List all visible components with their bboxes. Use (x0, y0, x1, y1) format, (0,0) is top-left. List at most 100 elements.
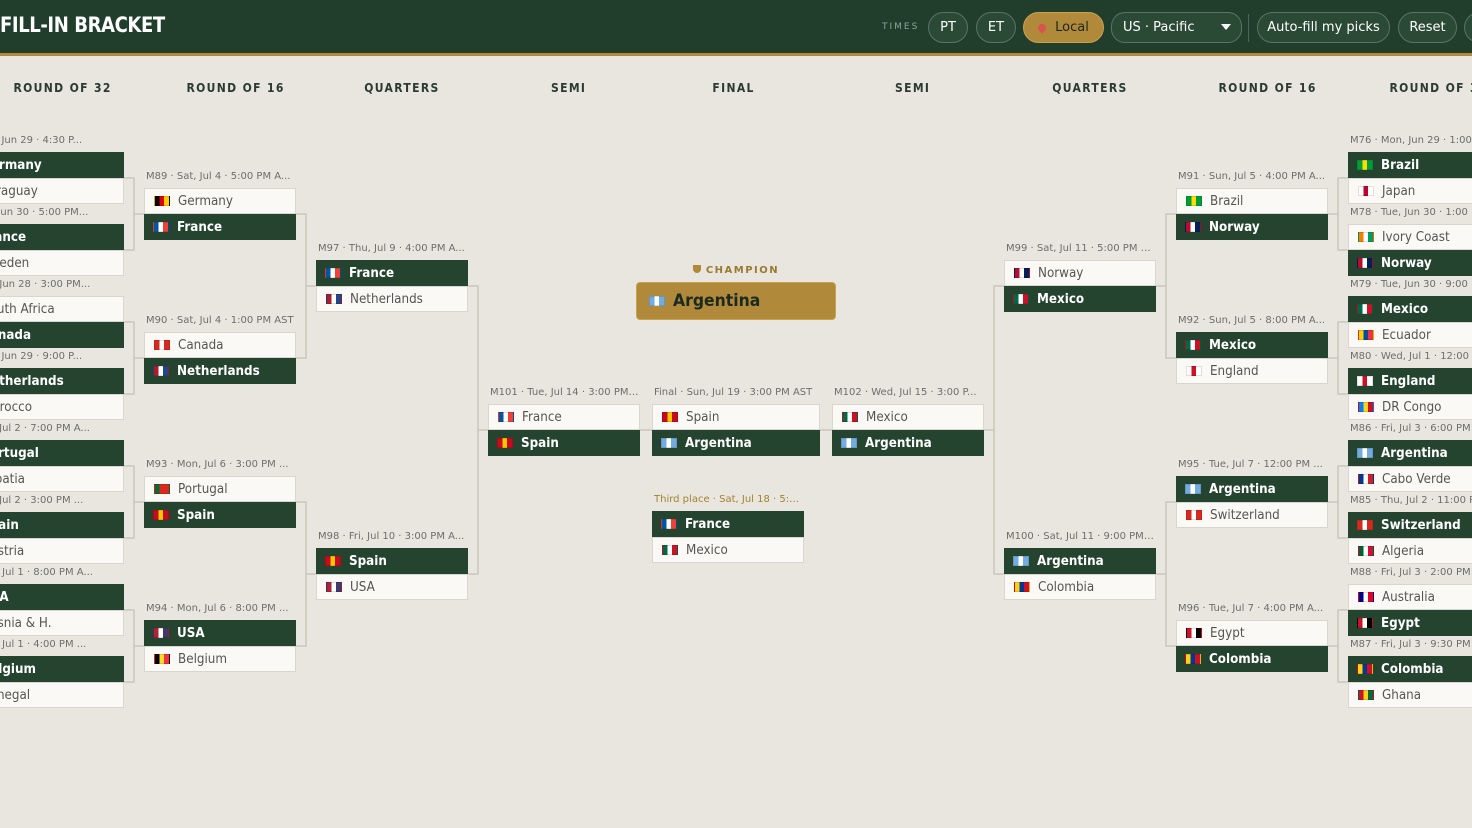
team-name: Spain (0, 517, 19, 533)
team-name: Mexico (866, 409, 908, 425)
team-slot[interactable]: Sweden (0, 250, 124, 276)
flag-icon (153, 366, 169, 376)
team-slot[interactable]: South Africa (0, 296, 124, 322)
team-slot[interactable]: Egypt (1176, 620, 1328, 646)
team-slot[interactable]: Canada (144, 332, 296, 358)
team-slot[interactable]: Egypt (1348, 610, 1472, 636)
team-name: Mexico (1037, 291, 1085, 307)
match-label: M78 · Tue, Jun 30 · 1:00 (1350, 207, 1468, 218)
team-slot[interactable]: Ghana (1348, 682, 1472, 708)
team-slot[interactable]: Croatia (0, 466, 124, 492)
team-name: Sweden (0, 255, 30, 271)
match-card: M96 · Tue, Jul 7 · 4:00 PM A... Egypt Colo… (1176, 598, 1328, 672)
flag-icon (326, 294, 342, 304)
match-card: M76 · Mon, Jun 29 · 1:00 Brazil Japan (1348, 130, 1472, 204)
team-slot[interactable]: Spain (316, 548, 468, 574)
flag-icon (153, 222, 169, 232)
team-slot[interactable]: Brazil (1176, 188, 1328, 214)
team-slot[interactable]: France (316, 260, 468, 286)
team-slot[interactable]: Morocco (0, 394, 124, 420)
team-slot[interactable]: Argentina (652, 430, 820, 456)
team-slot[interactable]: Austria (0, 538, 124, 564)
team-slot[interactable]: Portugal (0, 440, 124, 466)
team-slot[interactable]: Mexico (1176, 332, 1328, 358)
team-slot[interactable]: DR Congo (1348, 394, 1472, 420)
team-slot[interactable]: Bosnia & H. (0, 610, 124, 636)
match-label: Third place · Sat, Jul 18 · 5:0... (654, 494, 804, 505)
team-slot[interactable]: Argentina (832, 430, 984, 456)
team-slot[interactable]: Germany (144, 188, 296, 214)
team-slot[interactable]: Algeria (1348, 538, 1472, 564)
team-slot[interactable]: Portugal (144, 476, 296, 502)
flag-icon (661, 519, 677, 529)
team-slot[interactable]: Mexico (832, 404, 984, 430)
team-slot[interactable]: Switzerland (1176, 502, 1328, 528)
team-name: Canada (178, 337, 224, 353)
team-slot[interactable]: Mexico (1004, 286, 1156, 312)
team-name: Mexico (1209, 337, 1257, 353)
team-slot[interactable]: Netherlands (0, 368, 124, 394)
team-slot[interactable]: Canada (0, 322, 124, 348)
match-label: M96 · Tue, Jul 7 · 4:00 PM A... (1178, 603, 1324, 614)
team-name: Colombia (1209, 651, 1272, 667)
flag-icon (497, 438, 513, 448)
team-slot[interactable]: France (652, 511, 804, 537)
team-slot[interactable]: Argentina (1176, 476, 1328, 502)
team-slot[interactable]: Japan (1348, 178, 1472, 204)
team-slot[interactable]: Belgium (144, 646, 296, 672)
team-slot[interactable]: Mexico (1348, 296, 1472, 322)
team-name: Spain (521, 435, 559, 451)
match-card: M94 · Mon, Jul 6 · 8:00 PM ... USA Belgium (144, 598, 296, 672)
match-card: M80 · Wed, Jul 1 · 12:00 I England DR Cong… (1348, 346, 1472, 420)
team-slot[interactable]: France (488, 404, 640, 430)
team-slot[interactable]: Norway (1348, 250, 1472, 276)
team-slot[interactable]: Mexico (652, 537, 804, 563)
team-name: Spain (177, 507, 215, 523)
team-slot[interactable]: England (1176, 358, 1328, 384)
flag-icon (841, 438, 857, 448)
match-label: M91 · Sun, Jul 5 · 4:00 PM A... (1178, 171, 1326, 182)
flag-icon (154, 484, 170, 494)
team-slot[interactable]: Ivory Coast (1348, 224, 1472, 250)
team-slot[interactable]: Cabo Verde (1348, 466, 1472, 492)
team-slot[interactable]: Spain (652, 404, 820, 430)
team-slot[interactable]: Norway (1176, 214, 1328, 240)
team-slot[interactable]: Spain (0, 512, 124, 538)
team-slot[interactable]: Switzerland (1348, 512, 1472, 538)
team-slot[interactable]: England (1348, 368, 1472, 394)
flag-icon (1358, 402, 1374, 412)
team-slot[interactable]: Spain (488, 430, 640, 456)
flag-icon (1014, 268, 1030, 278)
team-slot[interactable]: Argentina (1348, 440, 1472, 466)
team-slot[interactable]: France (0, 224, 124, 250)
team-slot[interactable]: Brazil (1348, 152, 1472, 178)
team-name: Egypt (1210, 625, 1245, 641)
team-slot[interactable]: Ecuador (1348, 322, 1472, 348)
team-slot[interactable]: Australia (1348, 584, 1472, 610)
match-label: M102 · Wed, Jul 15 · 3:00 P... (834, 387, 977, 398)
team-slot[interactable]: Netherlands (316, 286, 468, 312)
team-slot[interactable]: USA (316, 574, 468, 600)
team-name: Cabo Verde (1382, 471, 1451, 487)
flag-icon (649, 296, 665, 306)
flag-icon (1013, 556, 1029, 566)
team-name: Austria (0, 543, 25, 559)
team-name: Argentina (1381, 445, 1448, 461)
team-slot[interactable]: USA (144, 620, 296, 646)
match-card: M97 · Thu, Jul 9 · 4:00 PM A... France Net… (316, 238, 468, 312)
team-slot[interactable]: Senegal (0, 682, 124, 708)
team-slot[interactable]: Norway (1004, 260, 1156, 286)
team-slot[interactable]: France (144, 214, 296, 240)
team-slot[interactable]: Germany (0, 152, 124, 178)
team-slot[interactable]: Colombia (1348, 656, 1472, 682)
team-slot[interactable]: USA (0, 584, 124, 610)
team-slot[interactable]: Netherlands (144, 358, 296, 384)
team-slot[interactable]: Spain (144, 502, 296, 528)
team-slot[interactable]: Paraguay (0, 178, 124, 204)
team-slot[interactable]: Argentina (1004, 548, 1156, 574)
team-slot[interactable]: Belgium (0, 656, 124, 682)
team-slot[interactable]: Colombia (1176, 646, 1328, 672)
team-slot[interactable]: Colombia (1004, 574, 1156, 600)
match-label: M95 · Tue, Jul 7 · 12:00 PM ... (1178, 459, 1323, 470)
team-name: Switzerland (1210, 507, 1280, 523)
